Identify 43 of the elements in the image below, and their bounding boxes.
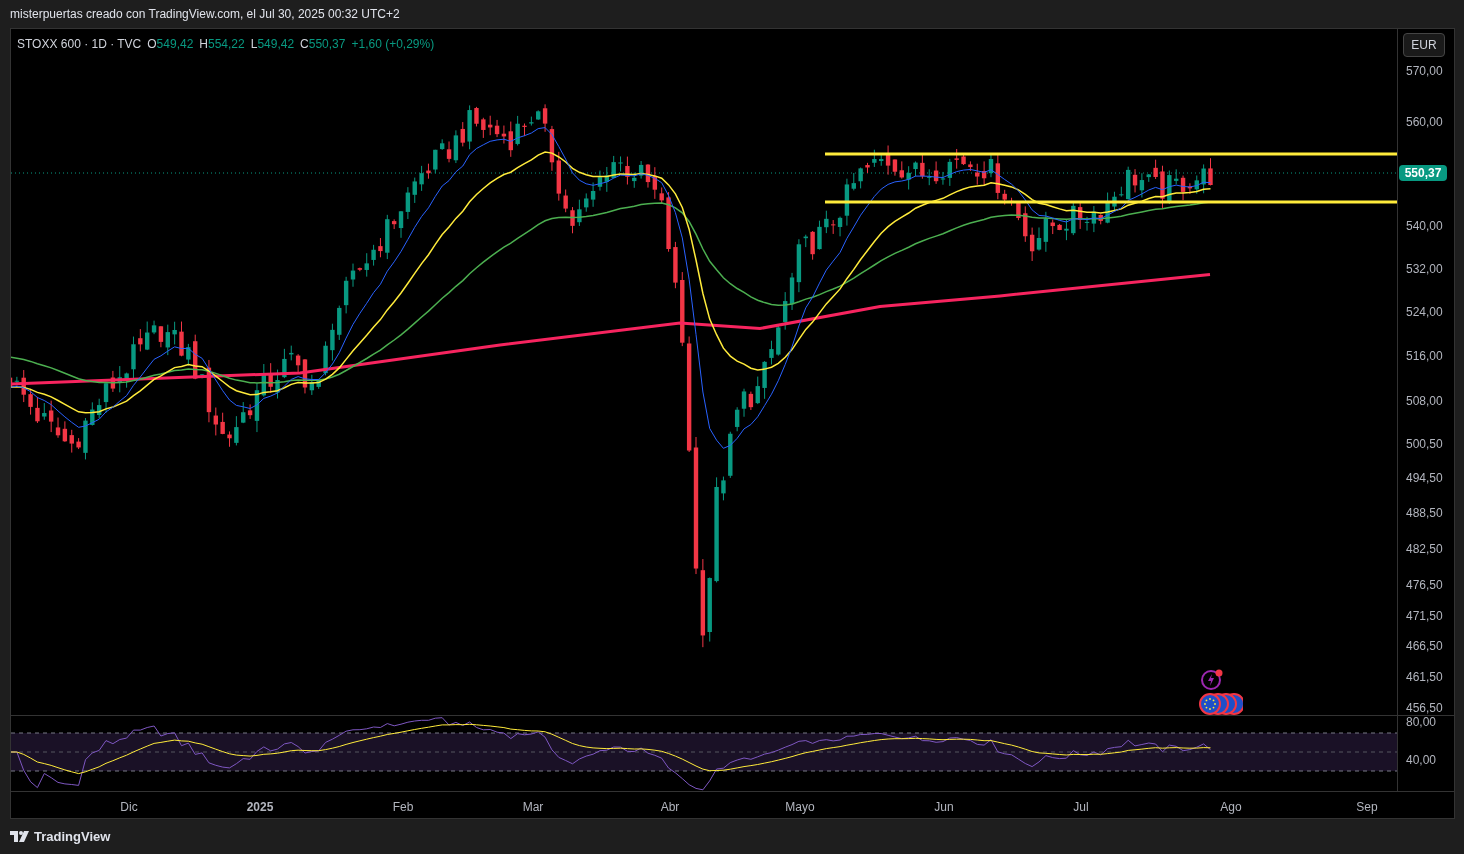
price-tick-label: 540,00 bbox=[1406, 219, 1443, 233]
ohlc-value: C550,37 bbox=[300, 36, 346, 53]
price-tick-label: 494,50 bbox=[1406, 471, 1443, 485]
price-tick-label: 508,00 bbox=[1406, 394, 1443, 408]
price-tick-label: 466,50 bbox=[1406, 639, 1443, 653]
date-label: Sep bbox=[1356, 799, 1378, 816]
date-label: Ago bbox=[1220, 799, 1242, 816]
ohlc-value: L549,42 bbox=[250, 36, 295, 53]
date-label: 2025 bbox=[246, 799, 274, 816]
price-change: +1,60 (+0,29%) bbox=[351, 36, 435, 53]
date-label: Feb bbox=[392, 799, 414, 816]
symbol-label: STOXX 600 · 1D · TVC bbox=[17, 36, 142, 53]
price-tick-label: 482,50 bbox=[1406, 542, 1443, 556]
date-label: Abr bbox=[660, 799, 680, 816]
price-tick-label: 532,00 bbox=[1406, 262, 1443, 276]
price-tick-label: 476,50 bbox=[1406, 578, 1443, 592]
currency-button[interactable]: EUR bbox=[1403, 33, 1445, 57]
ohlc-value: O549,42 bbox=[147, 36, 194, 53]
logo-icon bbox=[10, 831, 30, 842]
price-tick-label: 471,50 bbox=[1406, 609, 1443, 623]
flag-icon[interactable] bbox=[1199, 693, 1243, 715]
date-label: Dic bbox=[120, 799, 138, 816]
resistance-line[interactable] bbox=[825, 152, 1397, 156]
price-tick-label: 456,50 bbox=[1406, 701, 1443, 715]
price-tick-label: 488,50 bbox=[1406, 506, 1443, 520]
price-tick-label: 560,00 bbox=[1406, 115, 1443, 129]
price-tick-label: 570,00 bbox=[1406, 64, 1443, 78]
price-tick-label: 461,50 bbox=[1406, 670, 1443, 684]
last-price-badge: 550,37 bbox=[1399, 165, 1447, 181]
date-label: Jul bbox=[1073, 799, 1089, 816]
chart-caption: misterpuertas creado con TradingView.com, el Jul 30, 2025 00:32 UTC+2 bbox=[10, 6, 400, 23]
date-label: Mayo bbox=[785, 799, 815, 816]
support-line[interactable] bbox=[825, 200, 1397, 204]
lightning-icon[interactable] bbox=[1201, 668, 1225, 690]
rsi-tick-label: 80,00 bbox=[1406, 715, 1437, 729]
logo-text: TradingView bbox=[34, 827, 111, 846]
price-tick-label: 524,00 bbox=[1406, 305, 1443, 319]
date-label: Jun bbox=[934, 799, 954, 816]
rsi-tick-label: 40,00 bbox=[1406, 753, 1437, 767]
price-tick-label: 500,50 bbox=[1406, 437, 1443, 451]
ohlc-value: H554,22 bbox=[199, 36, 245, 53]
price-tick-label: 516,00 bbox=[1406, 349, 1443, 363]
date-label: Mar bbox=[522, 799, 544, 816]
